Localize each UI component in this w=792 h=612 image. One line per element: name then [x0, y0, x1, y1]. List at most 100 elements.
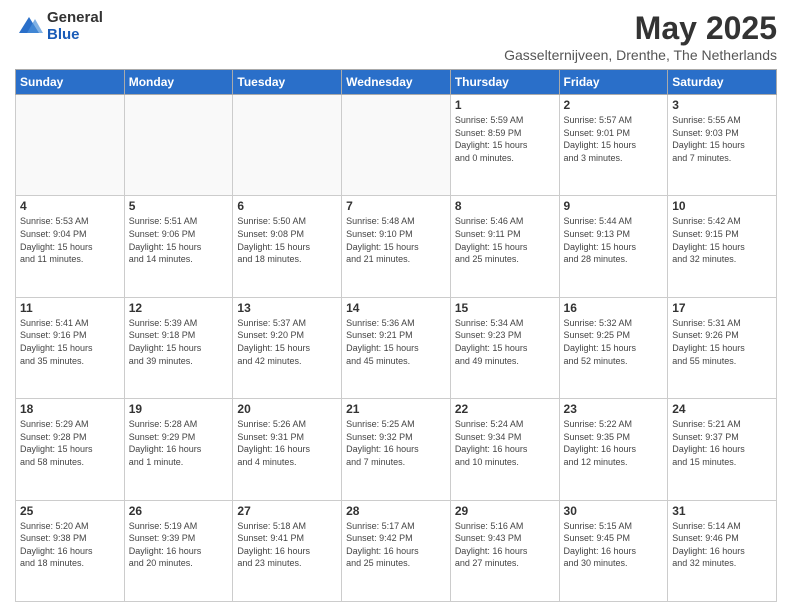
- cell-week1-day2: [233, 95, 342, 196]
- week-row-4: 18 Sunrise: 5:29 AM Sunset: 9:28 PM Dayli…: [16, 399, 777, 500]
- day-number: 13: [237, 301, 337, 315]
- cell-week4-day2: 20 Sunrise: 5:26 AM Sunset: 9:31 PM Dayli…: [233, 399, 342, 500]
- cell-week3-day5: 16 Sunrise: 5:32 AM Sunset: 9:25 PM Dayli…: [559, 297, 668, 398]
- day-number: 2: [564, 98, 664, 112]
- day-number: 14: [346, 301, 446, 315]
- page: General Blue May 2025 Gasselternijveen, …: [0, 0, 792, 612]
- day-number: 3: [672, 98, 772, 112]
- day-number: 5: [129, 199, 229, 213]
- logo-general-text: General: [47, 10, 103, 27]
- location-title: Gasselternijveen, Drenthe, The Netherlan…: [504, 47, 777, 63]
- day-info: Sunrise: 5:53 AM Sunset: 9:04 PM Dayligh…: [20, 215, 120, 265]
- day-number: 15: [455, 301, 555, 315]
- cell-week4-day0: 18 Sunrise: 5:29 AM Sunset: 9:28 PM Dayli…: [16, 399, 125, 500]
- day-info: Sunrise: 5:50 AM Sunset: 9:08 PM Dayligh…: [237, 215, 337, 265]
- header-wednesday: Wednesday: [342, 70, 451, 95]
- day-number: 9: [564, 199, 664, 213]
- week-row-2: 4Sunrise: 5:53 AM Sunset: 9:04 PM Daylig…: [16, 196, 777, 297]
- header-monday: Monday: [124, 70, 233, 95]
- day-info: Sunrise: 5:15 AM Sunset: 9:45 PM Dayligh…: [564, 520, 664, 570]
- day-info: Sunrise: 5:46 AM Sunset: 9:11 PM Dayligh…: [455, 215, 555, 265]
- day-info: Sunrise: 5:44 AM Sunset: 9:13 PM Dayligh…: [564, 215, 664, 265]
- header: General Blue May 2025 Gasselternijveen, …: [15, 10, 777, 63]
- day-number: 31: [672, 504, 772, 518]
- day-number: 1: [455, 98, 555, 112]
- cell-week5-day1: 26 Sunrise: 5:19 AM Sunset: 9:39 PM Dayli…: [124, 500, 233, 601]
- cell-week3-day0: 11 Sunrise: 5:41 AM Sunset: 9:16 PM Dayli…: [16, 297, 125, 398]
- day-number: 22: [455, 402, 555, 416]
- day-number: 26: [129, 504, 229, 518]
- cell-week2-day5: 9 Sunrise: 5:44 AM Sunset: 9:13 PM Daylig…: [559, 196, 668, 297]
- week-row-1: 1 Sunrise: 5:59 AM Sunset: 8:59 PM Daylig…: [16, 95, 777, 196]
- day-info: Sunrise: 5:57 AM Sunset: 9:01 PM Dayligh…: [564, 114, 664, 164]
- header-friday: Friday: [559, 70, 668, 95]
- calendar-table: Sunday Monday Tuesday Wednesday Thursday…: [15, 69, 777, 602]
- header-saturday: Saturday: [668, 70, 777, 95]
- cell-week2-day2: 6Sunrise: 5:50 AM Sunset: 9:08 PM Daylig…: [233, 196, 342, 297]
- day-info: Sunrise: 5:36 AM Sunset: 9:21 PM Dayligh…: [346, 317, 446, 367]
- cell-week5-day6: 31 Sunrise: 5:14 AM Sunset: 9:46 PM Dayli…: [668, 500, 777, 601]
- cell-week3-day6: 17 Sunrise: 5:31 AM Sunset: 9:26 PM Dayli…: [668, 297, 777, 398]
- cell-week5-day4: 29Sunrise: 5:16 AM Sunset: 9:43 PM Dayli…: [450, 500, 559, 601]
- month-title: May 2025: [504, 10, 777, 47]
- title-section: May 2025 Gasselternijveen, Drenthe, The …: [504, 10, 777, 63]
- day-info: Sunrise: 5:31 AM Sunset: 9:26 PM Dayligh…: [672, 317, 772, 367]
- day-info: Sunrise: 5:26 AM Sunset: 9:31 PM Dayligh…: [237, 418, 337, 468]
- cell-week5-day0: 25 Sunrise: 5:20 AM Sunset: 9:38 PM Dayli…: [16, 500, 125, 601]
- day-number: 16: [564, 301, 664, 315]
- cell-week1-day0: [16, 95, 125, 196]
- day-info: Sunrise: 5:14 AM Sunset: 9:46 PM Dayligh…: [672, 520, 772, 570]
- day-info: Sunrise: 5:20 AM Sunset: 9:38 PM Dayligh…: [20, 520, 120, 570]
- cell-week2-day3: 7 Sunrise: 5:48 AM Sunset: 9:10 PM Daylig…: [342, 196, 451, 297]
- day-info: Sunrise: 5:37 AM Sunset: 9:20 PM Dayligh…: [237, 317, 337, 367]
- day-info: Sunrise: 5:28 AM Sunset: 9:29 PM Dayligh…: [129, 418, 229, 468]
- logo: General Blue: [15, 10, 103, 43]
- day-info: Sunrise: 5:16 AM Sunset: 9:43 PM Dayligh…: [455, 520, 555, 570]
- day-info: Sunrise: 5:48 AM Sunset: 9:10 PM Dayligh…: [346, 215, 446, 265]
- day-info: Sunrise: 5:19 AM Sunset: 9:39 PM Dayligh…: [129, 520, 229, 570]
- day-info: Sunrise: 5:21 AM Sunset: 9:37 PM Dayligh…: [672, 418, 772, 468]
- day-info: Sunrise: 5:22 AM Sunset: 9:35 PM Dayligh…: [564, 418, 664, 468]
- header-sunday: Sunday: [16, 70, 125, 95]
- day-number: 17: [672, 301, 772, 315]
- header-thursday: Thursday: [450, 70, 559, 95]
- day-info: Sunrise: 5:55 AM Sunset: 9:03 PM Dayligh…: [672, 114, 772, 164]
- cell-week5-day2: 27Sunrise: 5:18 AM Sunset: 9:41 PM Dayli…: [233, 500, 342, 601]
- day-number: 7: [346, 199, 446, 213]
- cell-week4-day6: 24 Sunrise: 5:21 AM Sunset: 9:37 PM Dayli…: [668, 399, 777, 500]
- weekday-header-row: Sunday Monday Tuesday Wednesday Thursday…: [16, 70, 777, 95]
- cell-week3-day4: 15Sunrise: 5:34 AM Sunset: 9:23 PM Dayli…: [450, 297, 559, 398]
- day-number: 8: [455, 199, 555, 213]
- day-info: Sunrise: 5:41 AM Sunset: 9:16 PM Dayligh…: [20, 317, 120, 367]
- day-number: 25: [20, 504, 120, 518]
- cell-week1-day1: [124, 95, 233, 196]
- cell-week3-day1: 12 Sunrise: 5:39 AM Sunset: 9:18 PM Dayli…: [124, 297, 233, 398]
- day-number: 23: [564, 402, 664, 416]
- day-number: 12: [129, 301, 229, 315]
- day-info: Sunrise: 5:51 AM Sunset: 9:06 PM Dayligh…: [129, 215, 229, 265]
- day-info: Sunrise: 5:32 AM Sunset: 9:25 PM Dayligh…: [564, 317, 664, 367]
- header-tuesday: Tuesday: [233, 70, 342, 95]
- logo-text: General Blue: [47, 10, 103, 43]
- day-number: 24: [672, 402, 772, 416]
- day-info: Sunrise: 5:59 AM Sunset: 8:59 PM Dayligh…: [455, 114, 555, 164]
- cell-week2-day1: 5 Sunrise: 5:51 AM Sunset: 9:06 PM Daylig…: [124, 196, 233, 297]
- day-info: Sunrise: 5:17 AM Sunset: 9:42 PM Dayligh…: [346, 520, 446, 570]
- cell-week1-day5: 2 Sunrise: 5:57 AM Sunset: 9:01 PM Daylig…: [559, 95, 668, 196]
- day-number: 20: [237, 402, 337, 416]
- cell-week3-day3: 14 Sunrise: 5:36 AM Sunset: 9:21 PM Dayli…: [342, 297, 451, 398]
- day-number: 18: [20, 402, 120, 416]
- cell-week1-day4: 1 Sunrise: 5:59 AM Sunset: 8:59 PM Daylig…: [450, 95, 559, 196]
- cell-week4-day3: 21 Sunrise: 5:25 AM Sunset: 9:32 PM Dayli…: [342, 399, 451, 500]
- day-info: Sunrise: 5:39 AM Sunset: 9:18 PM Dayligh…: [129, 317, 229, 367]
- day-info: Sunrise: 5:29 AM Sunset: 9:28 PM Dayligh…: [20, 418, 120, 468]
- day-number: 11: [20, 301, 120, 315]
- day-number: 21: [346, 402, 446, 416]
- day-info: Sunrise: 5:42 AM Sunset: 9:15 PM Dayligh…: [672, 215, 772, 265]
- cell-week2-day0: 4Sunrise: 5:53 AM Sunset: 9:04 PM Daylig…: [16, 196, 125, 297]
- week-row-5: 25 Sunrise: 5:20 AM Sunset: 9:38 PM Dayli…: [16, 500, 777, 601]
- day-info: Sunrise: 5:25 AM Sunset: 9:32 PM Dayligh…: [346, 418, 446, 468]
- cell-week4-day5: 23 Sunrise: 5:22 AM Sunset: 9:35 PM Dayli…: [559, 399, 668, 500]
- cell-week3-day2: 13 Sunrise: 5:37 AM Sunset: 9:20 PM Dayli…: [233, 297, 342, 398]
- cell-week1-day6: 3 Sunrise: 5:55 AM Sunset: 9:03 PM Daylig…: [668, 95, 777, 196]
